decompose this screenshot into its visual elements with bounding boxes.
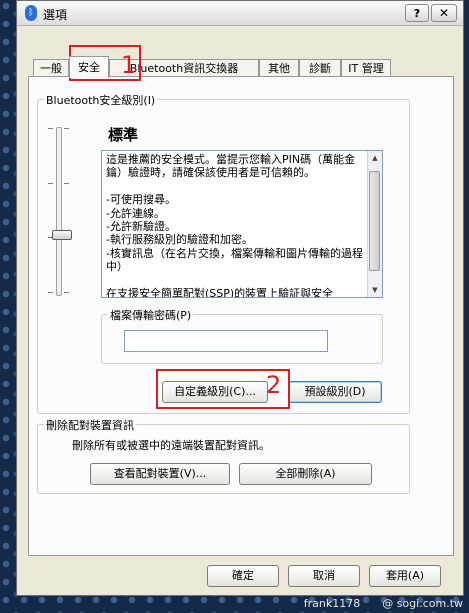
security-level-name: 標準	[108, 126, 139, 144]
security-description-box[interactable]: 這是推薦的安全模式。當提示您輸入PIN碼（萬能金鑰）驗證時，請確保該使用者是可信…	[101, 150, 383, 298]
slider-tick	[64, 128, 69, 129]
bluetooth-icon: ᛒ	[25, 5, 37, 21]
ok-button[interactable]: 確定	[207, 565, 279, 587]
description-scrollbar[interactable]: ▲ ▼	[367, 151, 382, 297]
close-button[interactable]: ✕	[431, 4, 457, 22]
tab-general[interactable]: 一般	[33, 59, 69, 77]
tab-diagnostics[interactable]: 診斷	[299, 59, 341, 77]
slider-tick	[48, 183, 53, 184]
view-paired-devices-button[interactable]: 查看配對裝置(V)...	[90, 463, 230, 485]
tab-it-management[interactable]: IT 管理	[341, 59, 391, 77]
window-title: 選項	[43, 8, 68, 22]
watermark: frank1178 @ sogi.com.tw	[303, 597, 463, 610]
slider-tick	[48, 128, 53, 129]
slider-tick	[64, 183, 69, 184]
scroll-up-arrow-icon[interactable]: ▲	[368, 151, 382, 165]
file-transfer-password-input[interactable]	[124, 330, 328, 352]
security-slider-track[interactable]	[56, 127, 62, 296]
title-bar[interactable]: ᛒ 選項 ? ✕	[17, 1, 463, 26]
tab-security[interactable]: 安全	[69, 56, 109, 78]
default-level-button[interactable]: 預設級別(D)	[288, 381, 382, 403]
apply-button[interactable]: 套用(A)	[369, 565, 441, 587]
slider-tick	[64, 292, 69, 293]
slider-tick	[48, 292, 53, 293]
annotation-number-1: 1	[121, 51, 137, 79]
delete-all-button[interactable]: 全部刪除(A)	[239, 463, 372, 485]
pairing-legend: 刪除配對裝置資訊	[44, 417, 136, 433]
pairing-description: 刪除所有或被選中的遠端裝置配對資訊。	[72, 439, 270, 452]
password-legend: 檔案傳輸密碼(P)	[108, 307, 194, 323]
security-level-legend: Bluetooth安全級別(I)	[44, 92, 158, 108]
cancel-button[interactable]: 取消	[288, 565, 360, 587]
security-description-text: 這是推薦的安全模式。當提示您輸入PIN碼（萬能金鑰）驗證時，請確保該使用者是可信…	[106, 153, 363, 298]
scroll-down-arrow-icon[interactable]: ▼	[368, 283, 382, 297]
tab-other[interactable]: 其他	[259, 59, 299, 77]
annotation-number-2: 2	[266, 371, 282, 399]
help-button[interactable]: ?	[405, 4, 429, 22]
scroll-thumb[interactable]	[369, 171, 380, 271]
security-slider-thumb[interactable]	[52, 230, 72, 240]
